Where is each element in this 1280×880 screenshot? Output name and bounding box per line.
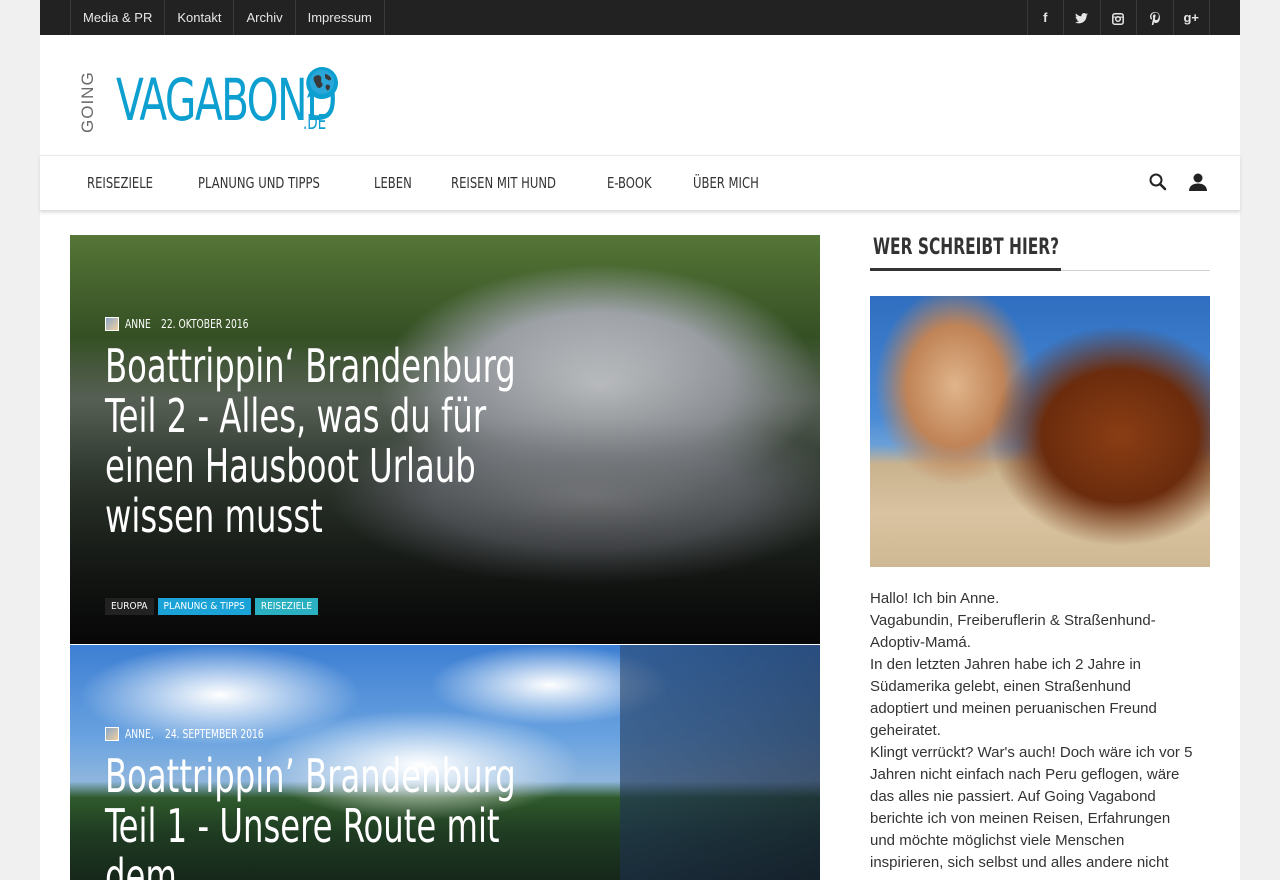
top-bar: Media & PR Kontakt Archiv Impressum f g+ — [40, 0, 1240, 35]
bio-line: und möchte möglichst viele Menschen — [870, 832, 1125, 849]
logo-going: GOING — [78, 71, 97, 133]
post-tags: Europa Planung & Tipps Reiseziele — [105, 598, 318, 615]
globe-icon — [306, 67, 338, 99]
main-nav: Reiseziele Planung und Tipps Leben Reise… — [40, 155, 1240, 211]
top-link-media-pr[interactable]: Media & PR — [71, 0, 166, 35]
facebook-icon[interactable]: f — [1028, 0, 1064, 35]
bio-line: adoptiert und meinen peruanischen Freund — [870, 700, 1157, 717]
nav-item-ueber-mich[interactable]: Über mich — [676, 156, 787, 210]
nav-icons — [1148, 172, 1208, 192]
post-meta: Anne 22. Oktober 2016 — [105, 317, 565, 331]
nav-item-leben[interactable]: Leben — [357, 156, 435, 210]
user-icon[interactable] — [1188, 172, 1208, 192]
bio-line: In den letzten Jahren habe ich 2 Jahre i… — [870, 656, 1142, 673]
bio-line: Klingt verrückt? War's auch! Doch wäre i… — [870, 744, 1193, 761]
tag-planung-tipps[interactable]: Planung & Tipps — [157, 598, 251, 615]
top-links: Media & PR Kontakt Archiv Impressum — [70, 0, 385, 35]
bio-line: berichte ich von meinen Reisen, Erfahrun… — [870, 810, 1171, 827]
site-logo[interactable]: GOING VAGABOND .DE — [78, 65, 340, 135]
bio-line: Adoptiv-Mamá. — [870, 634, 971, 651]
post-date: 24. September 2016 — [164, 727, 264, 741]
bio-line: das alles nie passiert. Auf Going Vagabo… — [870, 788, 1156, 805]
post-author[interactable]: Anne, — [125, 727, 154, 741]
post-content: Anne, 24. September 2016 Boattrippin’ Br… — [105, 727, 565, 880]
page: Media & PR Kontakt Archiv Impressum f g+… — [40, 0, 1240, 880]
bio-line: Südamerika gelebt, einen Straßenhund — [870, 678, 1132, 695]
author-avatar — [105, 727, 119, 741]
featured-post[interactable]: Anne 22. Oktober 2016 Boattrippin‘ Brand… — [70, 235, 820, 644]
instagram-icon[interactable] — [1101, 0, 1137, 35]
nav-item-reiseziele[interactable]: Reiseziele — [70, 156, 181, 210]
bio-line: Vagabundin, Freiberuflerin & Straßenhund… — [870, 612, 1156, 629]
top-link-archiv[interactable]: Archiv — [234, 0, 296, 35]
author-bio: Hallo! Ich bin Anne. Vagabundin, Freiber… — [870, 588, 1210, 874]
top-link-impressum[interactable]: Impressum — [296, 0, 385, 35]
tag-reiseziele[interactable]: Reiseziele — [254, 598, 318, 615]
bio-line: Hallo! Ich bin Anne. — [870, 590, 1000, 607]
sidebar: Wer schreibt hier? Hallo! Ich bin Anne. … — [870, 235, 1210, 871]
tag-europa[interactable]: Europa — [105, 598, 154, 615]
author-photo — [870, 296, 1210, 567]
twitter-icon[interactable] — [1064, 0, 1101, 35]
logo-tld: .DE — [303, 110, 327, 134]
widget-title: Wer schreibt hier? — [870, 235, 1210, 271]
search-icon[interactable] — [1148, 172, 1168, 192]
post[interactable]: Anne, 24. September 2016 Boattrippin’ Br… — [70, 645, 820, 880]
bio-line: geheiratet. — [870, 722, 941, 739]
nav-item-planung-und-tipps[interactable]: Planung und Tipps — [181, 156, 357, 210]
post-meta: Anne, 24. September 2016 — [105, 727, 565, 741]
bio-line: inspirieren, sich selbst und alles ander… — [870, 854, 1169, 871]
post-date: 22. Oktober 2016 — [161, 317, 249, 331]
post-title[interactable]: Boattrippin‘ Brandenburg Teil 2 - Alles,… — [105, 341, 542, 591]
author-avatar — [105, 317, 119, 331]
social-links: f g+ — [1026, 0, 1210, 35]
pinterest-icon[interactable] — [1137, 0, 1174, 35]
widget-underline — [870, 268, 1061, 271]
post-title[interactable]: Boattrippin’ Brandenburg Teil 1 - Unsere… — [105, 751, 542, 880]
nav-item-reisen-mit-hund[interactable]: Reisen mit Hund — [434, 156, 590, 210]
bio-line: Jahren nicht einfach nach Peru geflogen,… — [870, 766, 1180, 783]
post-author[interactable]: Anne — [125, 317, 151, 331]
top-link-kontakt[interactable]: Kontakt — [165, 0, 235, 35]
nav-item-e-book[interactable]: E-Book — [590, 156, 676, 210]
widget-heading: Wer schreibt hier? — [873, 235, 1060, 260]
google-plus-icon[interactable]: g+ — [1174, 0, 1210, 35]
post-content: Anne 22. Oktober 2016 Boattrippin‘ Brand… — [105, 317, 565, 591]
